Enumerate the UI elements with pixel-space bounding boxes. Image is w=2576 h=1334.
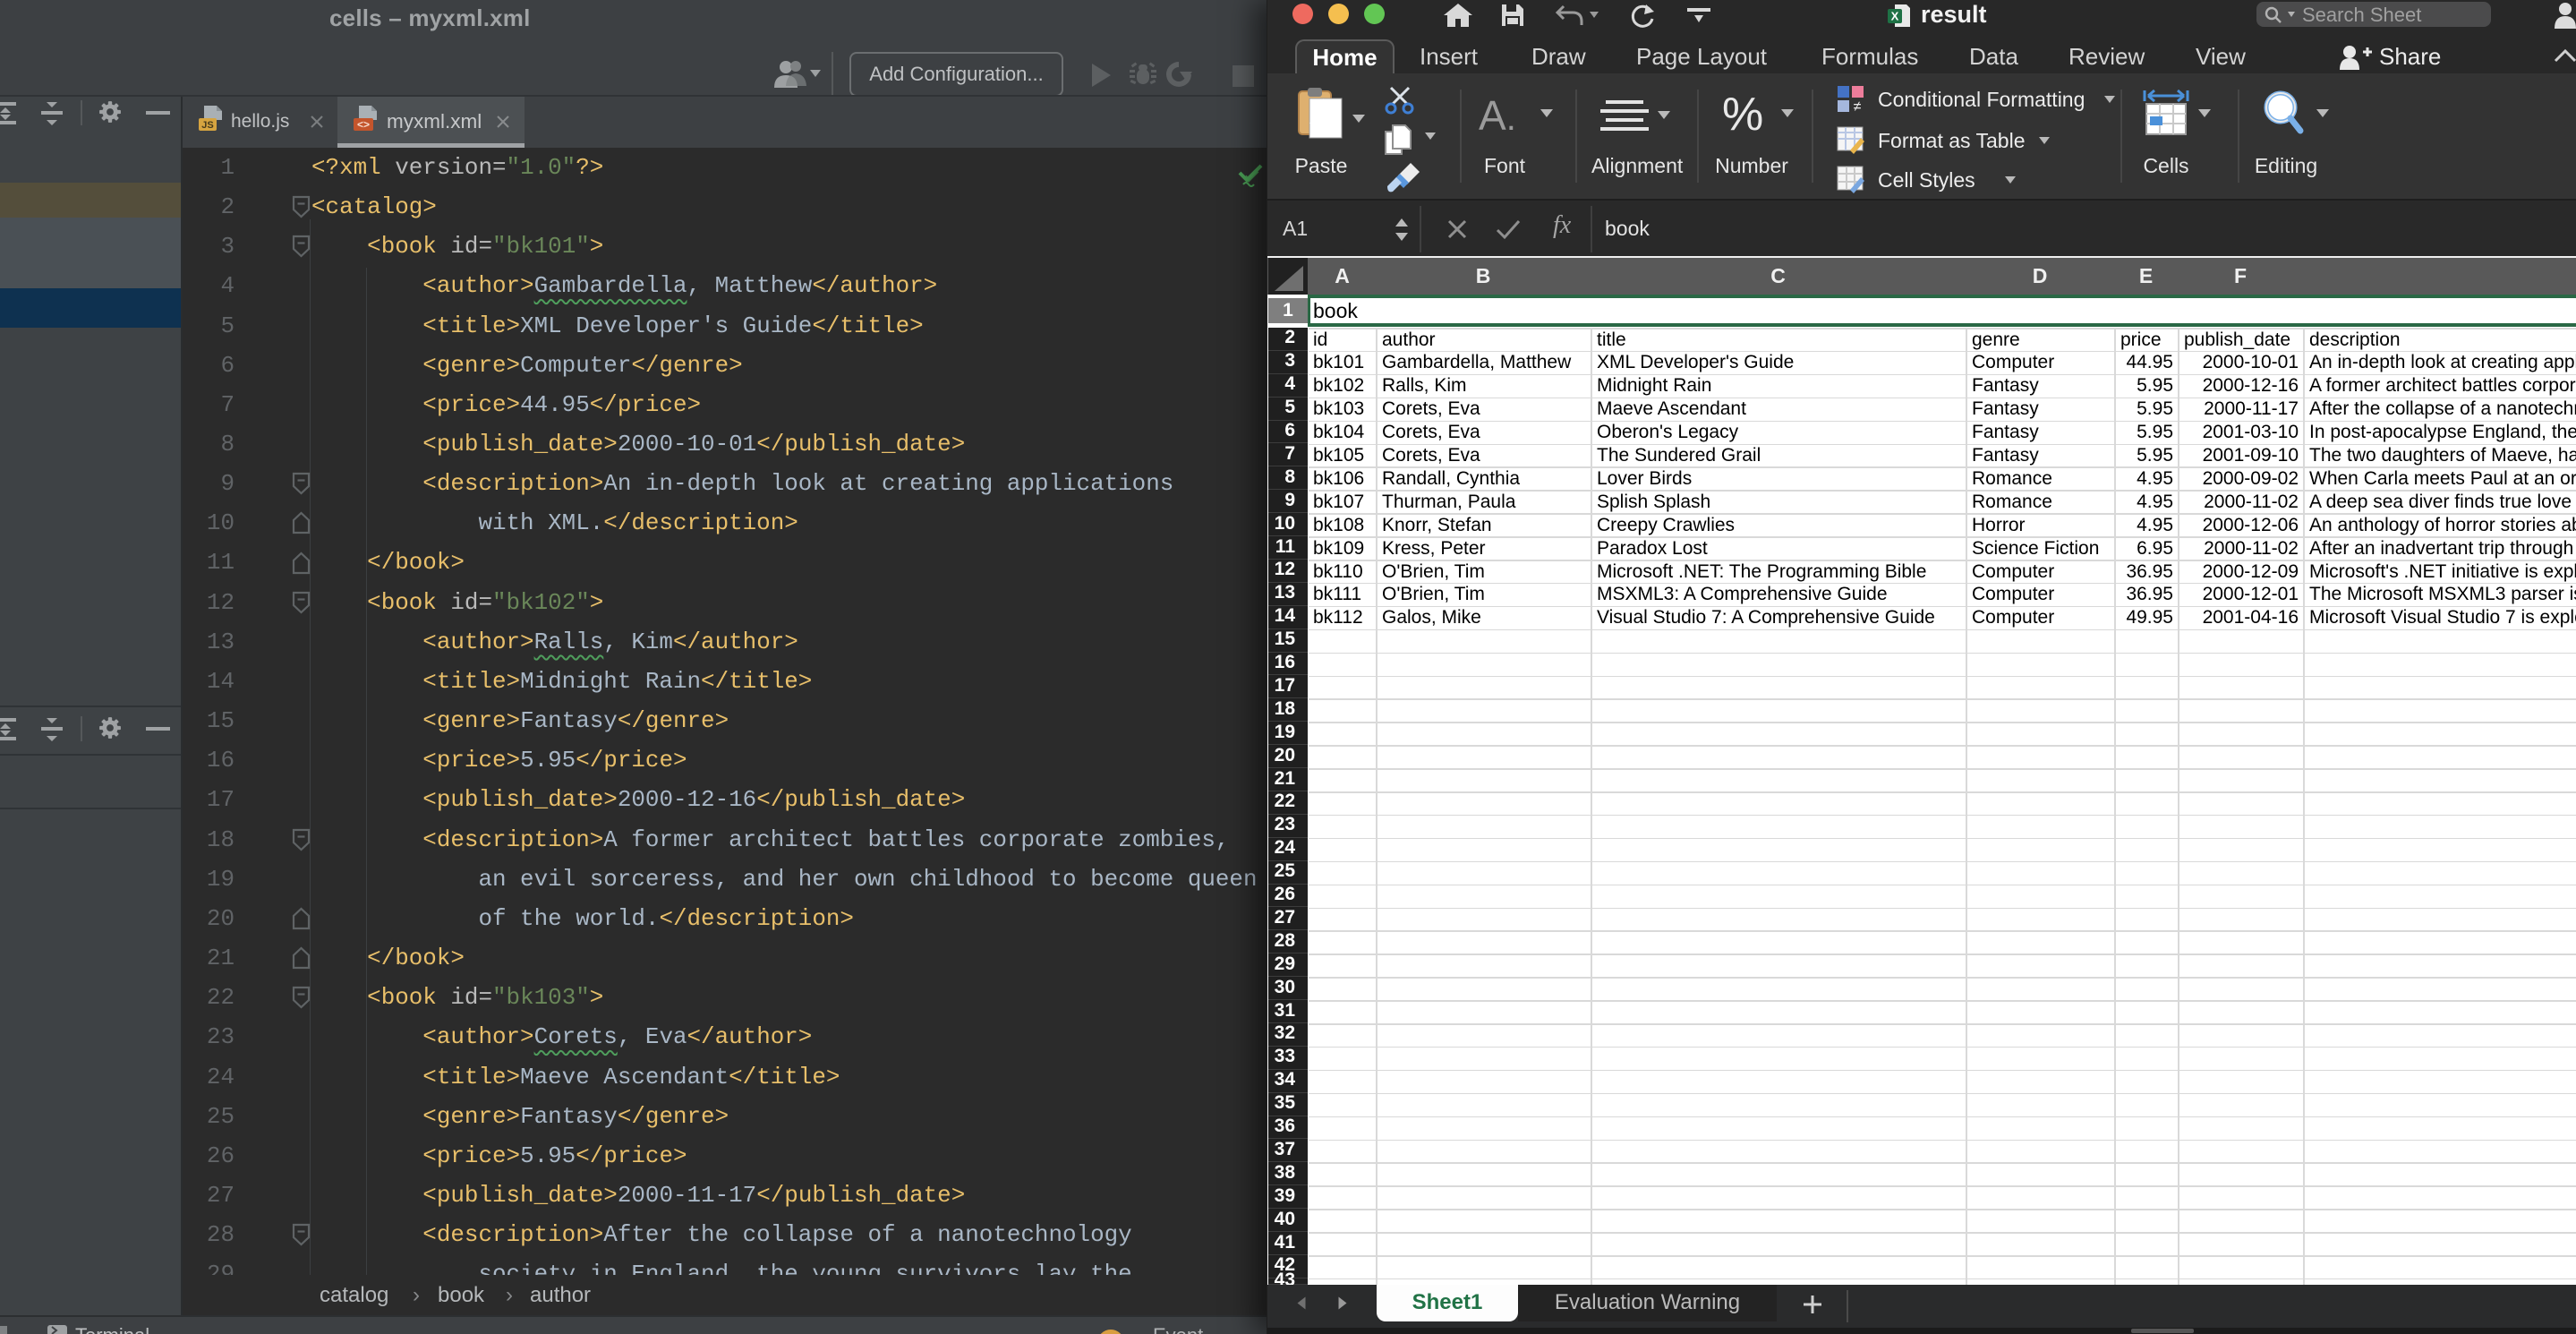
svg-text:<>: <> [357, 118, 370, 131]
svg-text:≠: ≠ [1854, 99, 1862, 115]
svg-text:JS: JS [201, 120, 213, 131]
svg-text:X: X [1891, 10, 1899, 23]
